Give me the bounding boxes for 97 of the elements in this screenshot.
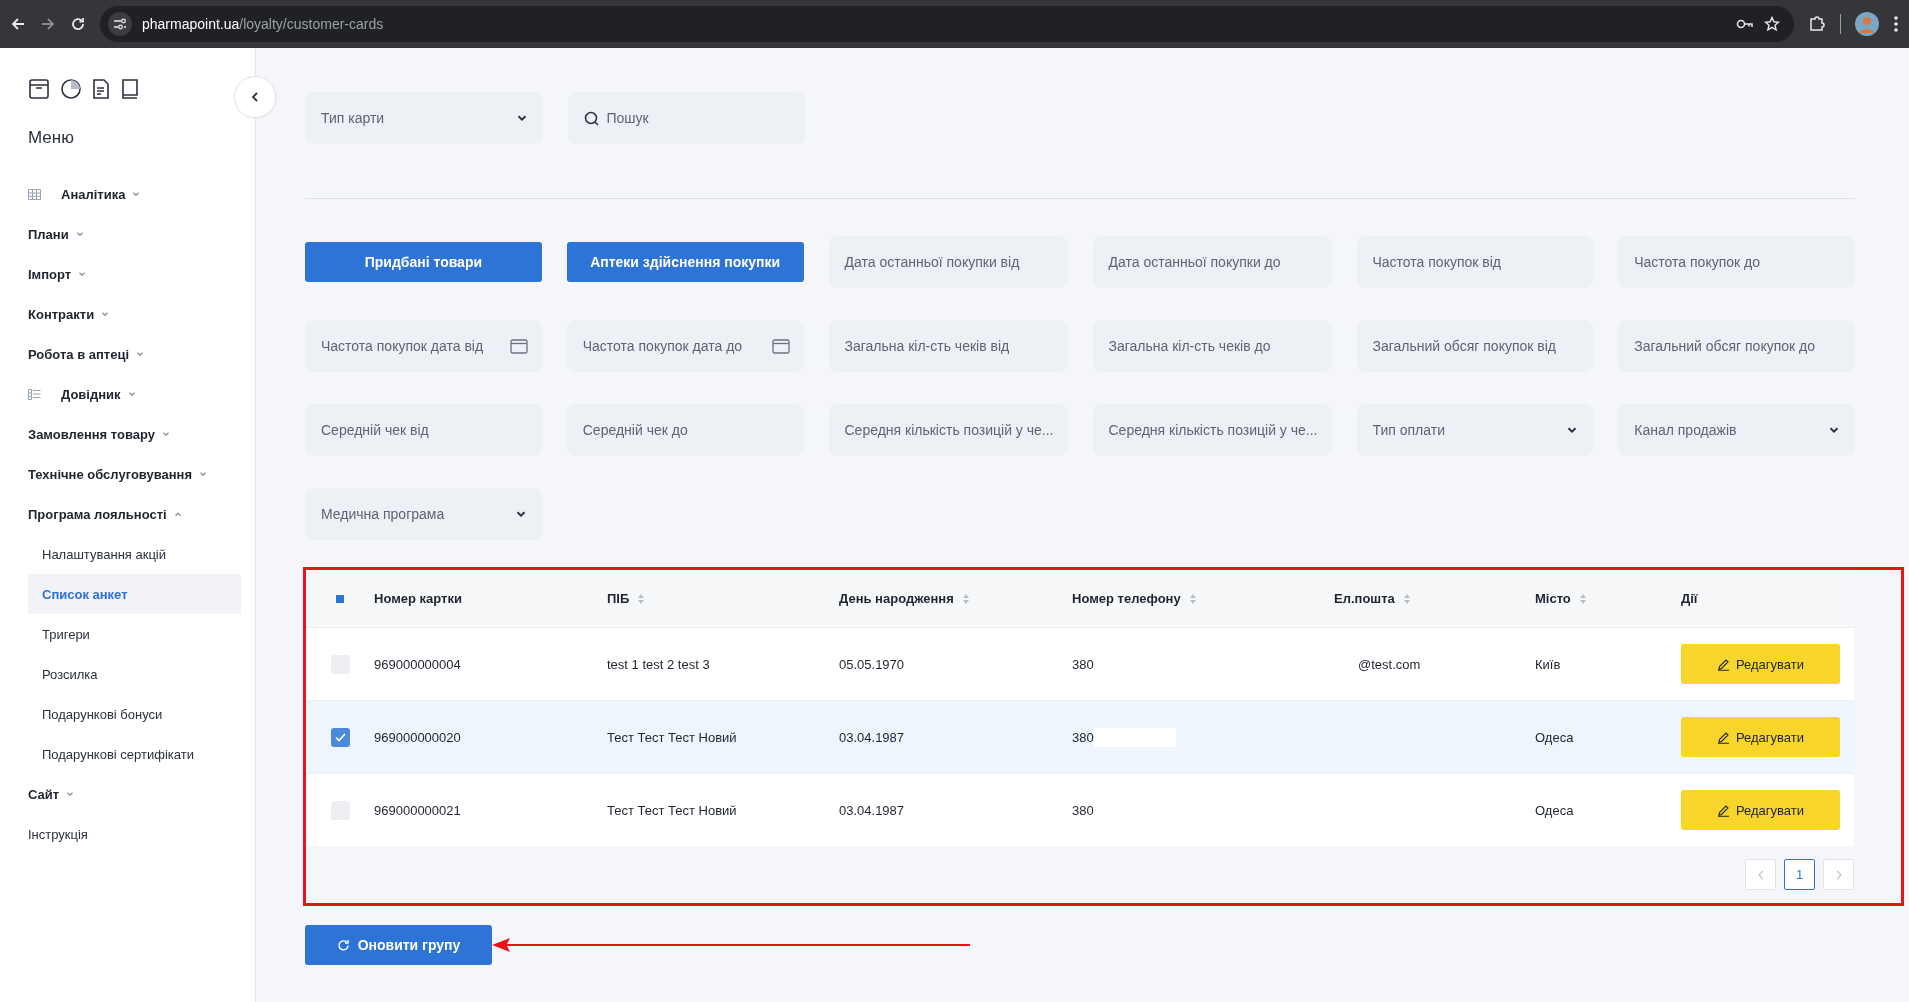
input-field[interactable]: Середня кількість позицій у че...	[1092, 404, 1332, 456]
submenu-item[interactable]: Тригери	[28, 614, 241, 654]
table-cell-text: Одеса	[1535, 729, 1575, 745]
date-field[interactable]: Частота покупок дата до	[566, 320, 804, 372]
edit-button[interactable]: Редагувати	[1681, 717, 1840, 757]
input-field[interactable]: Загальний обсяг покупок від	[1356, 320, 1594, 372]
input-field[interactable]: Середній чек до	[566, 404, 804, 456]
input-field[interactable]: Загальний обсяг покупок до	[1618, 320, 1855, 372]
select-field[interactable]: Медична програма	[305, 488, 542, 540]
column-header: Номер картки	[374, 591, 462, 606]
table-cell-text: 03.04.1987	[839, 729, 906, 745]
more-icon[interactable]	[1893, 15, 1899, 33]
input-field[interactable]: Середня кількість позицій у че...	[828, 404, 1068, 456]
column-header[interactable]: Місто	[1535, 591, 1571, 606]
chevron-left-icon	[249, 91, 261, 103]
filter-button[interactable]: Придбані товари	[305, 242, 542, 282]
chevron-left-icon	[1756, 869, 1765, 880]
edit-button[interactable]: Редагувати	[1681, 790, 1840, 830]
address-bar[interactable]: pharmapoint.ua/loyalty/customer-cards	[100, 6, 1794, 42]
column-header: Дії	[1681, 591, 1698, 606]
input-field[interactable]: Частота покупок від	[1356, 236, 1594, 288]
table-cell-text: 969000000021	[374, 802, 462, 818]
pie-chart-icon[interactable]	[60, 78, 82, 100]
submenu-item[interactable]: Список анкет	[28, 574, 241, 614]
filter-button[interactable]: Аптеки здійснення покупки	[566, 242, 804, 282]
calendar-icon	[771, 338, 790, 354]
table-cell-text: Одеса	[1535, 802, 1575, 818]
table-row[interactable]: 969000000020 Тест Тест Тест Новий 03.04.1987 380 Одеса Редагувати	[306, 700, 1854, 773]
table-cell-text: 969000000004	[374, 656, 462, 672]
edit-button[interactable]: Редагувати	[1681, 644, 1840, 684]
back-icon[interactable]	[10, 16, 26, 32]
select-field[interactable]: Канал продажів	[1618, 404, 1855, 456]
table-cell-text: 03.04.1987	[839, 802, 906, 818]
list-icon	[28, 388, 41, 400]
table-cell-text: @test.com	[1357, 656, 1421, 672]
input-field[interactable]: Дата останньої покупки від	[828, 236, 1068, 288]
menu-item[interactable]: Програма лояльності	[28, 494, 255, 534]
table-cell-text: Тест Тест Тест Новий	[607, 729, 738, 745]
refresh-icon	[336, 938, 350, 952]
input-field[interactable]: Загальна кіл-сть чеків до	[1092, 320, 1332, 372]
select-field[interactable]: Тип оплати	[1356, 404, 1594, 456]
menu-item[interactable]: Технічне обслуговування	[28, 454, 255, 494]
key-icon[interactable]	[1736, 18, 1754, 30]
menu-title: Меню	[28, 128, 75, 148]
site-settings-icon[interactable]	[108, 12, 132, 36]
menu-item[interactable]: Контракти	[28, 294, 255, 334]
checkmark-icon	[334, 732, 346, 742]
submenu-item[interactable]: Подарункові сертифікати	[28, 734, 241, 774]
menu-item[interactable]: Імпорт	[28, 254, 255, 294]
input-field[interactable]: Середній чек від	[305, 404, 542, 456]
page-button[interactable]: 1	[1784, 859, 1815, 890]
pencil-icon	[1717, 730, 1730, 744]
book-icon[interactable]	[120, 78, 140, 100]
calendar-icon	[509, 338, 528, 354]
submenu-item[interactable]: Розсилка	[28, 654, 241, 694]
menu-item[interactable]: Робота в аптеці	[28, 334, 255, 374]
table-cell-text: Тест Тест Тест Новий	[607, 802, 738, 818]
column-header[interactable]: ПІБ	[607, 591, 630, 606]
row-checkbox[interactable]	[330, 727, 350, 747]
document-icon[interactable]	[92, 78, 110, 100]
pencil-icon	[1717, 657, 1730, 671]
menu-item[interactable]: Замовлення товару	[28, 414, 255, 454]
menu-item[interactable]: Аналітика	[28, 174, 255, 214]
table-cell-text: 969000000020	[374, 729, 462, 745]
submenu-item[interactable]: Налаштування акцій	[28, 534, 241, 574]
puzzle-icon[interactable]	[1808, 15, 1826, 33]
search-field[interactable]: Пошук	[567, 92, 805, 144]
menu-item[interactable]: Інструкція	[28, 814, 255, 854]
table-cell: 380	[1072, 656, 1094, 672]
menu-item[interactable]: Довідник	[28, 374, 255, 414]
star-icon[interactable]	[1764, 16, 1780, 32]
table-cell-text: test 1 test 2 test 3	[607, 656, 711, 672]
menu-item[interactable]: Плани	[28, 214, 255, 254]
forward-icon[interactable]	[40, 16, 56, 32]
table-cell: 380	[1072, 802, 1094, 818]
reload-icon[interactable]	[70, 16, 86, 32]
pencil-icon	[1717, 803, 1730, 817]
input-field[interactable]: Загальна кіл-сть чеків від	[828, 320, 1068, 372]
update-group-button[interactable]: Оновити групу	[305, 925, 492, 965]
input-field[interactable]: Частота покупок до	[1618, 236, 1855, 288]
column-header[interactable]: Ел.пошта	[1334, 591, 1395, 606]
url-text: pharmapoint.ua/loyalty/customer-cards	[142, 16, 384, 32]
menu-item[interactable]: Сайт	[28, 774, 255, 814]
table-cell-text: 05.05.1970	[839, 656, 906, 672]
avatar-icon[interactable]	[1855, 12, 1879, 36]
select-field[interactable]: Тип карти	[305, 92, 543, 144]
input-field[interactable]: Дата останньої покупки до	[1092, 236, 1332, 288]
table-cell: 380	[1072, 729, 1094, 745]
column-header[interactable]: Номер телефону	[1072, 591, 1181, 606]
table-icon	[28, 188, 41, 200]
search-icon	[583, 110, 599, 126]
chevron-right-icon	[1834, 869, 1843, 880]
table-cell-text: Київ	[1535, 656, 1562, 672]
date-field[interactable]: Частота покупок дата від	[305, 320, 542, 372]
archive-icon[interactable]	[28, 78, 50, 100]
submenu-item[interactable]: Подарункові бонуси	[28, 694, 241, 734]
column-header[interactable]: День народження	[839, 591, 954, 606]
